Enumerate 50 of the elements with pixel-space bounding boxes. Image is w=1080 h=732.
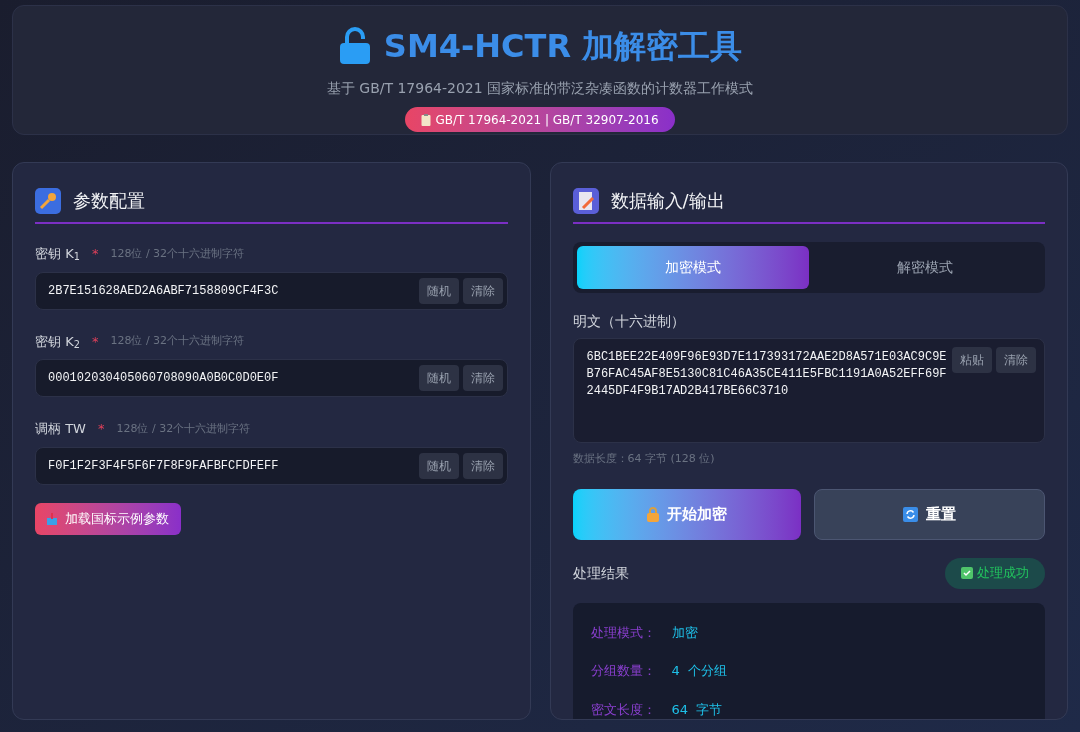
required-mark: * [97,420,105,438]
hex-input-field[interactable]: 000102030405060708090A0B0C0D0E0F 随机 清除 [35,359,508,397]
field-label: 调柄 TW [35,420,86,438]
textarea-action-button[interactable]: 粘贴 [952,347,992,373]
plaintext-textarea[interactable]: 6BC1BEE22E409F96E93D7E117393172AAE2D8A571E03AC9C9EB76FAC45AF8E5130C81C46A35CE411E5FBC1191A0A52EFF69F2445DF4F9B17AD2B417BE66C3710 粘贴 清除 [572,338,1045,443]
input-label: 明文（十六进制） [572,312,686,331]
refresh-icon [903,506,919,522]
result-value: 加密 [671,623,698,642]
success-badge: 处理成功 [945,557,1045,589]
data-length-text: 数据长度：64 字节 (128 位) [572,451,716,467]
field-hint: 128位 / 32个十六进制字符 [110,245,245,262]
download-box-icon [47,512,57,525]
padlock-icon [337,27,372,65]
field-action-button[interactable]: 随机 [418,452,459,479]
result-value: 4 个分组 [671,662,728,680]
reset-button[interactable]: 重置 [814,488,1045,540]
field-action-button[interactable]: 清除 [462,452,503,479]
required-mark: * [91,332,99,351]
field-hint: 128位 / 32个十六进制字符 [116,420,251,437]
panel-title: 参数配置 [73,189,145,213]
app-title: SM4-HCTR 加解密工具 [383,26,743,67]
field-label: 密钥 K$_{2}$ [35,332,80,351]
hex-input-field[interactable]: 2B7E151628AED2A6ABF7158809CF4F3C 随机 清除 [35,271,508,310]
mode-tab[interactable]: 加密模式 [576,246,809,289]
document-pencil-icon [572,187,599,214]
result-title: 处理结果 [572,563,629,583]
subtitle: 基于 GB/T 17964-2021 国家标准的带泛杂凑函数的计数器工作模式 [326,79,754,98]
checkbox-icon [961,567,973,579]
result-label: 密文长度： [590,700,656,719]
result-label: 分组数量： [590,662,656,680]
key-icon [35,187,61,214]
field-action-button[interactable]: 随机 [418,365,459,391]
field-action-button[interactable]: 随机 [418,277,459,304]
padlock-icon [646,506,659,522]
panel-title: 数据输入/输出 [610,189,725,213]
start-encrypt-button[interactable]: 开始加密 [572,488,802,540]
result-value: 64 字节 [671,700,723,719]
result-label: 处理模式： [590,623,656,642]
load-sample-button[interactable]: 加载国标示例参数 [35,502,181,535]
field-label: 密钥 K$_{1}$ [35,245,80,264]
textarea-action-button[interactable]: 清除 [996,347,1036,373]
field-hint: 128位 / 32个十六进制字符 [110,333,245,349]
field-action-button[interactable]: 清除 [462,365,503,391]
plaintext-value: 6BC1BEE22E409F96E93D7E117393172AAE2D8A571E03AC9C9EB76FAC45AF8E5130C81C46A35CE411E5FBC1191A0A52EFF69F2445DF4F9B17AD2B417BE66C3710 [586,349,948,400]
field-action-button[interactable]: 清除 [462,277,503,304]
required-mark: * [91,245,99,263]
mode-tab[interactable]: 解密模式 [808,246,1041,289]
hex-input-field[interactable]: F0F1F2F3F4F5F6F7F8F9FAFBFCFDFEFF 随机 清除 [35,446,508,485]
standard-badge: GB/T 17964-2021 | GB/T 32907-2016 [405,107,675,132]
clipboard-icon [421,113,432,126]
